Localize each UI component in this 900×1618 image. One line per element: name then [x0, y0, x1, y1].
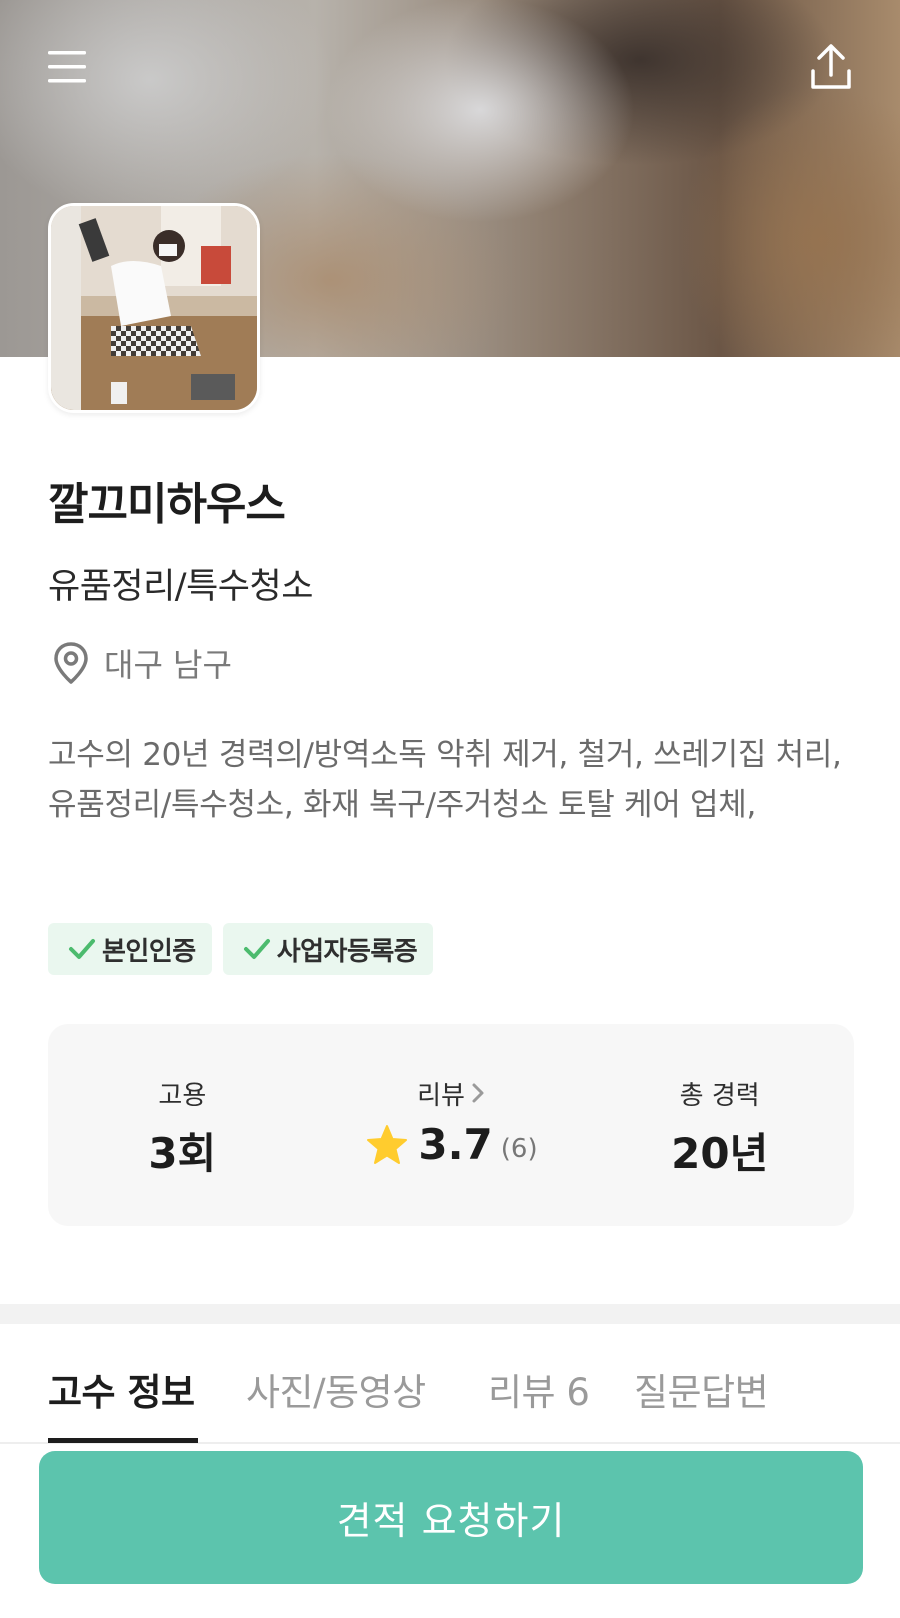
- pro-category: 유품정리/특수청소: [48, 567, 313, 607]
- badge-label: 사업자등록증: [276, 936, 418, 967]
- tab-qna[interactable]: 질문답변: [634, 1362, 769, 1416]
- menu-button[interactable]: [40, 40, 94, 94]
- tab-pro-info[interactable]: 고수 정보: [48, 1362, 195, 1416]
- active-tab-indicator: [48, 1438, 198, 1443]
- rating-value: 3.7: [418, 1120, 493, 1169]
- review-count: (6): [500, 1133, 538, 1164]
- stat-reviews-label-row[interactable]: 리뷰: [417, 1076, 485, 1111]
- stat-reviews-value: 3.7 (6): [364, 1120, 538, 1169]
- badge-identity-verified: 본인인증: [48, 923, 212, 975]
- profile-tabs: 고수 정보 사진/동영상 리뷰 6 질문답변: [0, 1324, 900, 1444]
- badge-business-registration: 사업자등록증: [222, 923, 434, 975]
- check-icon: [69, 939, 95, 959]
- verification-badges: 본인인증 사업자등록증: [48, 923, 434, 975]
- stats-card: 고용 3회 리뷰 3.7 (6) 총 경력 20년: [48, 1024, 854, 1226]
- location-label: 대구 남구: [104, 646, 232, 684]
- tab-reviews[interactable]: 리뷰 6: [488, 1362, 590, 1416]
- request-quote-button[interactable]: 견적 요청하기: [39, 1451, 863, 1584]
- share-button[interactable]: [804, 40, 858, 94]
- star-icon: [367, 1124, 408, 1164]
- stat-reviews-label: 리뷰: [417, 1080, 465, 1111]
- tab-photos-videos[interactable]: 사진/동영상: [246, 1362, 426, 1416]
- stat-experience: 총 경력 20년: [585, 1024, 854, 1226]
- chevron-right-icon: [472, 1083, 484, 1103]
- share-upload-icon: [811, 44, 851, 89]
- profile-avatar: [48, 203, 260, 413]
- stat-hires: 고용 3회: [48, 1024, 317, 1226]
- location-pin-icon: [54, 642, 88, 684]
- stat-reviews[interactable]: 리뷰 3.7 (6): [317, 1024, 586, 1226]
- hamburger-menu-icon: [48, 51, 86, 83]
- stat-hires-value: 3회: [148, 1129, 217, 1178]
- request-quote-label: 견적 요청하기: [336, 1499, 566, 1543]
- pro-name: 깔끄미하우스: [48, 479, 286, 530]
- check-icon: [243, 939, 270, 959]
- profile-photo-illustration: [51, 206, 257, 410]
- stat-experience-value: 20년: [671, 1129, 769, 1178]
- pro-description: 고수의 20년 경력의/방역소독 악취 제거, 철거, 쓰레기집 처리, 유품정…: [48, 737, 842, 823]
- section-divider: [0, 1304, 900, 1324]
- badge-label: 본인인증: [102, 936, 196, 967]
- stat-hires-label: 고용: [158, 1080, 207, 1111]
- pro-location: 대구 남구: [52, 640, 232, 686]
- stat-experience-label: 총 경력: [679, 1080, 760, 1111]
